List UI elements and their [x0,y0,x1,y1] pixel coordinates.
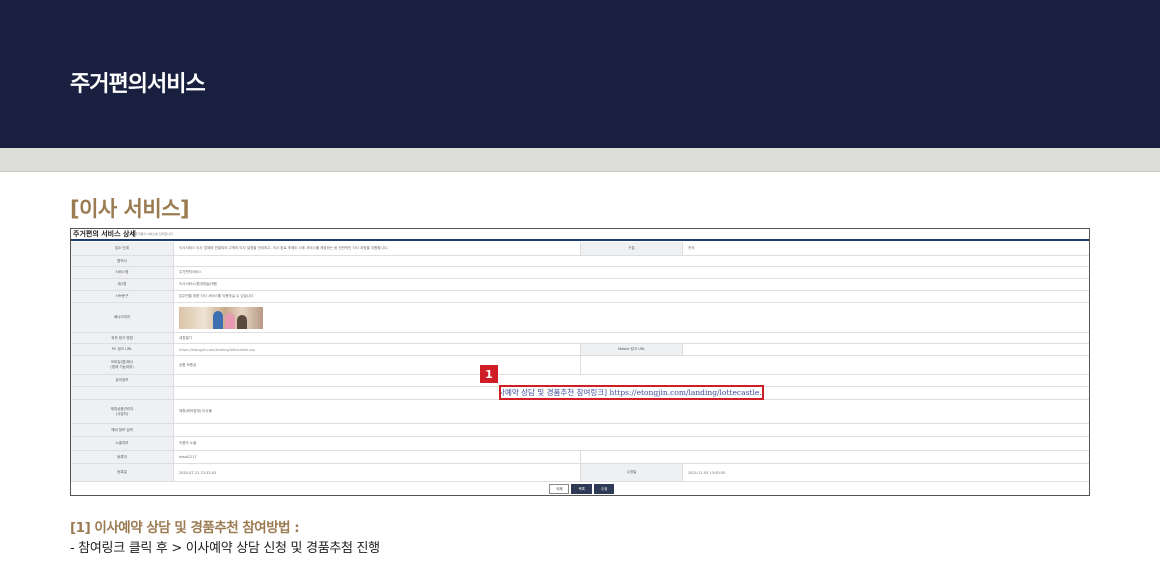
highlighted-link-box[interactable]: [이사예약 상담 및 경품추천 참여링크] https://etongjin.c… [499,385,764,400]
admin-screenshot-panel: 주거편의 서비스 상세 주거편의 서비스를 관리합니다 업소 단계 이사서비스 … [70,228,1090,496]
row-value [179,303,263,332]
row-label: 배너이미지 [71,303,174,332]
row-label: 제1명 [71,279,174,290]
table-row: 서비스명 주거편의서비스 [71,267,1089,279]
row-value: 입주민을 위한 이사 서비스를 이용하실 수 있습니다 [179,294,254,298]
row-value: 전국 [688,246,695,250]
table-row: 업소 단계 이사서비스 이사 업체와 연결되어 고객의 이사 일정을 관리하고,… [71,242,1089,256]
banner-image [179,306,263,329]
table-row: 제1명 이사서비스/롯데캐슬/대행 [71,279,1089,291]
section-title: [이사 서비스] [70,197,190,221]
list-button[interactable]: 목록 [571,484,592,494]
row-value: wisal1217 [179,455,197,459]
table-row: 등록일 2020-07-21 13:32:02 수정일 2025-11-05 1… [71,464,1089,482]
divider-band [0,148,1160,172]
row-value: 2020-07-21 13:32:02 [179,470,217,475]
row-value: 이용자 노출 [179,441,197,445]
row-label: 모바일(앱)에서 (앱에 기능여부) [71,356,174,374]
page-header: 주거편의서비스 [0,0,1160,148]
table-row: 예비 정보 입력 [71,424,1089,437]
edit-button[interactable]: 수정 [593,484,615,494]
table-row: 배너이미지 [71,303,1089,333]
row-label: 협력사 [71,256,174,266]
table-row: 제휴상품관리자 (사업자) 제휴(위탁업체) 이사몰 [71,400,1089,424]
row-value: 2025-11-05 13:50:55 [688,470,726,475]
row-label: 등록일 [71,464,174,481]
table-row: 외부 링크 방법 새창열기 [71,333,1089,344]
table-row: 모바일(앱)에서 (앱에 기능여부) 상품 보증금 [71,356,1089,375]
row-label: Mobile 링크 URL [580,344,683,355]
row-label: 구분 [580,242,683,255]
row-value: 이사서비스 이사 업체와 연결되어 고객의 이사 일정을 관리하고, 이사 완료… [179,246,389,250]
table-row: PC 링크 URL https://etongjin.com/landing/l… [71,344,1089,356]
instructions-title: [1] 이사예약 상담 및 경품추천 참여방법 : [70,520,300,536]
row-label: 수정일 [580,464,683,481]
row-label: 노출여부 [71,437,174,450]
callout-number-badge: 1 [480,365,498,383]
row-label: 서브문구 [71,291,174,302]
row-value: 제휴(위탁업체) 이사몰 [179,409,212,413]
row-value: 새창열기 [179,335,192,340]
row-value: 주거편의서비스 [179,270,202,274]
table-row: 등록자 wisal1217 [71,451,1089,464]
detail-table: 업소 단계 이사서비스 이사 업체와 연결되어 고객의 이사 일정을 관리하고,… [71,242,1089,482]
row-label: PC 링크 URL [71,344,174,355]
row-label: 유의정보 [71,375,174,386]
row-value: 상품 보증금 [179,362,197,367]
row-label: 등록자 [71,451,174,463]
table-row: 서브문구 입주민을 위한 이사 서비스를 이용하실 수 있습니다 [71,291,1089,303]
panel-subtitle: 주거편의 서비스를 관리합니다 [135,232,173,236]
table-row: 협력사 [71,256,1089,267]
panel-header: 주거편의 서비스 상세 주거편의 서비스를 관리합니다 [71,229,1089,241]
row-value: 이사서비스/롯데캐슬/대행 [179,282,217,286]
row-label: 예비 정보 입력 [71,424,174,436]
page-title: 주거편의서비스 [70,72,206,97]
table-row: 노출여부 이용자 노출 [71,437,1089,451]
delete-button[interactable]: 삭제 [549,484,570,494]
row-label: 서비스명 [71,267,174,278]
row-label: 업소 단계 [71,242,174,255]
row-label: 외부 링크 방법 [71,333,174,343]
action-buttons: 삭제 목록 수정 [549,484,615,494]
row-label: 제휴상품관리자 (사업자) [71,400,174,423]
row-value[interactable]: https://etongjin.com/landing/lottecastle… [179,344,255,355]
instructions-text: - 참여링크 클릭 후 > 이사예약 상담 신청 및 경품추첨 진행 [70,541,380,556]
panel-title: 주거편의 서비스 상세 [73,230,136,238]
